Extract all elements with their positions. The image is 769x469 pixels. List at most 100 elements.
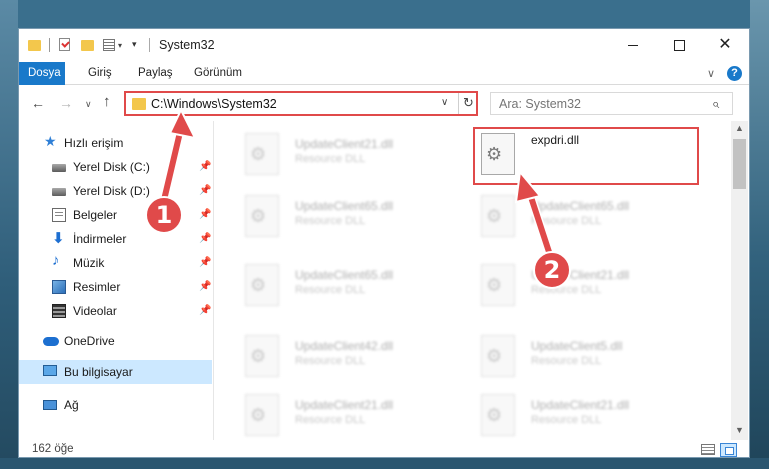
sidebar-item-label: Ağ	[64, 398, 79, 412]
search-icon[interactable]: ⌕	[712, 96, 719, 112]
search-box[interactable]: ⌕	[490, 92, 733, 115]
tab-view[interactable]: Görünüm	[185, 62, 251, 85]
minimize-button[interactable]	[610, 29, 656, 61]
view-dropdown-icon[interactable]: ▾	[118, 41, 122, 50]
file-name: UpdateClient65.dll	[295, 199, 394, 213]
properties-icon[interactable]	[59, 38, 70, 51]
step-1-badge: 1	[145, 196, 183, 234]
file-item[interactable]: UpdateClient65.dll Resource DLL	[461, 189, 691, 244]
desktop-background-right	[750, 0, 769, 469]
sidebar-item-pictures[interactable]: Resimler 📌	[19, 275, 212, 299]
star-icon: ★	[44, 133, 57, 149]
scrollbar-thumb[interactable]	[733, 139, 746, 189]
file-type: Resource DLL	[295, 414, 366, 426]
file-type: Resource DLL	[531, 355, 602, 367]
file-type: Resource DLL	[295, 215, 366, 227]
view-icon[interactable]	[103, 39, 115, 51]
network-icon	[43, 400, 57, 410]
file-name: UpdateClient65.dll	[295, 268, 394, 282]
customize-dropdown-icon[interactable]: ▾	[132, 39, 137, 50]
sidebar-item-label: Videolar	[73, 304, 117, 318]
file-type: Resource DLL	[531, 215, 602, 227]
folder-icon[interactable]	[28, 40, 41, 51]
sidebar-item-label: Belgeler	[73, 208, 118, 222]
sidebar-item-this-pc[interactable]: Bu bilgisayar	[19, 360, 212, 384]
maximize-button[interactable]	[656, 29, 702, 61]
file-item[interactable]: UpdateClient42.dll Resource DLL	[225, 329, 455, 384]
sidebar-item-network[interactable]: Ağ	[19, 393, 212, 417]
item-count: 162 öğe	[32, 443, 74, 455]
file-item[interactable]: UpdateClient21.dll Resource DLL	[461, 388, 691, 440]
close-button[interactable]: ✕	[702, 29, 748, 61]
pictures-icon	[52, 280, 66, 294]
sidebar-item-label: Bu bilgisayar	[64, 365, 133, 379]
recent-locations-icon[interactable]: ∨	[85, 99, 92, 110]
pin-icon[interactable]: 📌	[199, 209, 211, 220]
scroll-up-icon[interactable]: ▲	[735, 123, 744, 133]
title-bar: ▾ ▾ System32 ✕	[19, 29, 749, 62]
pin-icon[interactable]: 📌	[199, 161, 211, 172]
address-history-icon[interactable]: ∨	[441, 97, 448, 108]
sidebar-item-videos[interactable]: Videolar 📌	[19, 299, 212, 323]
file-list: UpdateClient21.dll Resource DLL UpdateCl…	[215, 121, 730, 440]
sidebar-item-music[interactable]: ♪ Müzik 📌	[19, 251, 212, 275]
tab-file[interactable]: Dosya	[19, 62, 65, 85]
drive-icon	[52, 188, 66, 196]
forward-icon[interactable]: →	[59, 95, 73, 111]
file-item[interactable]: UpdateClient5.dll Resource DLL	[461, 329, 691, 384]
pin-icon[interactable]: 📌	[199, 257, 211, 268]
sidebar-item-downloads[interactable]: ⬇ İndirmeler 📌	[19, 227, 212, 251]
navigation-pane: ★ Hızlı erişim Yerel Disk (C:) 📌 Yerel D…	[19, 121, 212, 440]
file-item[interactable]: UpdateClient65.dll Resource DLL	[225, 258, 455, 313]
dll-file-icon	[245, 264, 279, 306]
new-folder-icon[interactable]	[81, 40, 94, 51]
sidebar-item-label: Yerel Disk (D:)	[73, 184, 150, 198]
vertical-scrollbar[interactable]: ▲ ▼	[731, 121, 748, 440]
dll-file-icon	[481, 195, 515, 237]
drive-icon	[52, 164, 66, 172]
file-item[interactable]: UpdateClient21.dll Resource DLL	[225, 127, 455, 182]
scroll-down-icon[interactable]: ▼	[735, 425, 744, 435]
pane-divider[interactable]	[213, 121, 214, 440]
file-item[interactable]: UpdateClient65.dll Resource DLL	[225, 189, 455, 244]
search-input[interactable]	[499, 96, 699, 112]
sidebar-item-label: Resimler	[73, 280, 121, 294]
navigation-bar: ← → ∨ ↑ C:\Windows\System32 ∨ ↻ ⌕	[19, 86, 749, 120]
dll-file-icon	[245, 394, 279, 436]
sidebar-item-onedrive[interactable]: OneDrive	[19, 329, 212, 353]
help-icon[interactable]: ?	[727, 66, 742, 81]
file-type: Resource DLL	[531, 414, 602, 426]
sidebar-item-quick-access[interactable]: ★ Hızlı erişim	[19, 131, 212, 155]
file-item[interactable]: UpdateClient21.dll Resource DLL	[461, 258, 691, 313]
expand-ribbon-icon[interactable]: ∨	[707, 67, 715, 80]
desktop-background-left	[0, 0, 18, 469]
dll-file-icon	[481, 394, 515, 436]
refresh-icon[interactable]: ↻	[463, 95, 474, 111]
window-title: System32	[159, 38, 215, 52]
large-icons-view-icon[interactable]	[720, 443, 737, 457]
sidebar-item-label: İndirmeler	[73, 232, 127, 246]
up-icon[interactable]: ↑	[103, 93, 111, 110]
folder-icon	[132, 98, 146, 110]
sidebar-item-documents[interactable]: Belgeler 📌	[19, 203, 212, 227]
tab-share[interactable]: Paylaş	[129, 62, 182, 85]
back-icon[interactable]: ←	[31, 95, 45, 111]
dll-file-icon	[481, 264, 515, 306]
sidebar-item-local-disk-d[interactable]: Yerel Disk (D:) 📌	[19, 179, 212, 203]
sidebar-item-local-disk-c[interactable]: Yerel Disk (C:) 📌	[19, 155, 212, 179]
address-path[interactable]: C:\Windows\System32	[151, 97, 277, 111]
pin-icon[interactable]: 📌	[199, 233, 211, 244]
pin-icon[interactable]: 📌	[199, 185, 211, 196]
file-name: UpdateClient21.dll	[295, 398, 394, 412]
file-item[interactable]: UpdateClient21.dll Resource DLL	[225, 388, 455, 440]
cloud-icon	[43, 337, 59, 346]
details-view-icon[interactable]	[701, 444, 715, 455]
file-type: Resource DLL	[295, 284, 366, 296]
pin-icon[interactable]: 📌	[199, 305, 211, 316]
dll-file-icon	[245, 195, 279, 237]
tab-home[interactable]: Giriş	[79, 62, 121, 85]
pin-icon[interactable]: 📌	[199, 281, 211, 292]
sidebar-item-label: OneDrive	[64, 334, 115, 348]
address-bar[interactable]: C:\Windows\System32 ∨ ↻	[124, 91, 478, 116]
title-divider	[149, 38, 150, 52]
